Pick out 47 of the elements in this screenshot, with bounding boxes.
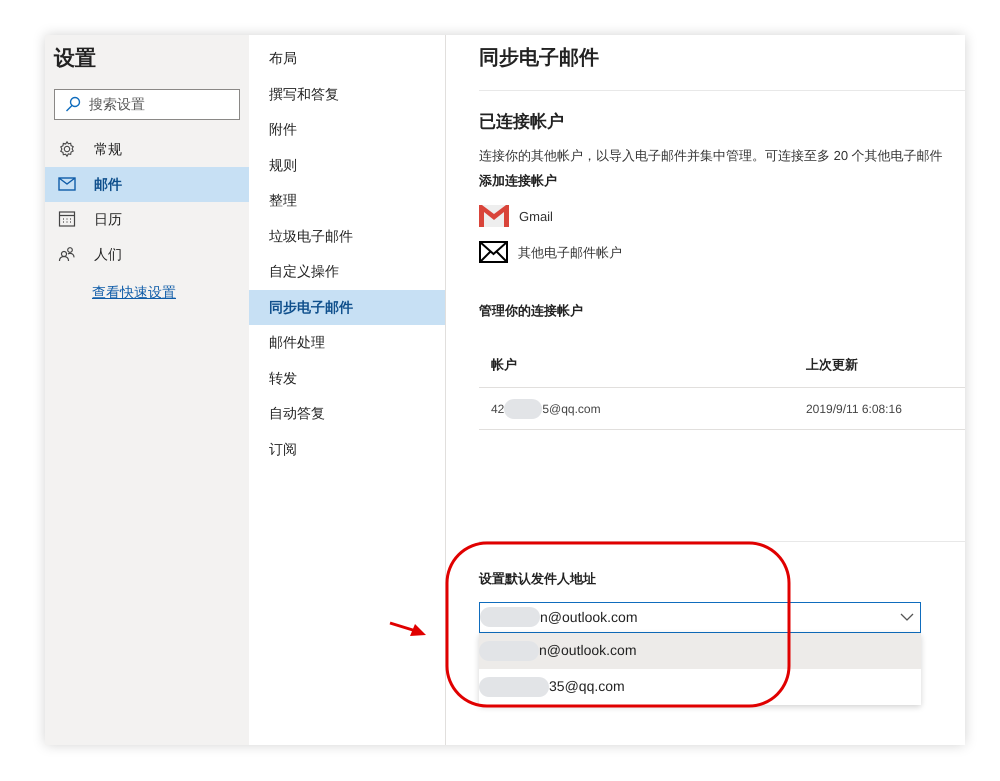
mail-icon [58,177,76,191]
subnav-item[interactable]: 规则 [249,148,445,183]
arrow-annotation [388,620,428,638]
manage-title: 管理你的连接帐户 [479,302,584,320]
search-icon [65,96,81,112]
dropdown-option[interactable]: 35@qq.com [479,668,921,704]
subnav-item[interactable]: 布局 [249,41,445,76]
subnav-item[interactable]: 邮件处理 [249,325,445,360]
envelope-icon [479,240,508,262]
sidebar-item[interactable]: 日历 [45,202,249,236]
subnav-item[interactable]: 转发 [249,360,445,396]
table-cell-text: 5@qq.com [542,400,601,418]
subnav-item[interactable]: 垃圾电子邮件 [249,218,445,254]
dropdown-option[interactable]: n@outlook.com [479,632,921,668]
subnav-item[interactable]: 同步电子邮件 [249,290,445,325]
subnav-item[interactable]: 自定义操作 [249,254,445,290]
gmail-icon [479,204,509,226]
provider-option[interactable]: 其他电子邮件帐户 [479,240,679,262]
subnav-item[interactable]: 自动答复 [249,396,445,432]
page-title: 同步电子邮件 [479,43,965,91]
subnav-item[interactable]: 整理 [249,183,445,218]
column-header: 帐户 [491,356,518,374]
calendar-icon [58,210,76,228]
gear-icon [58,140,76,158]
subnav-item[interactable]: 附件 [249,112,445,148]
section-title: 已连接帐户 [479,111,565,133]
sidebar-item[interactable]: 人们 [45,236,249,272]
table-cell-text: 2019/9/11 6:08:16 [806,400,902,418]
sidebar-item[interactable]: 邮件 [45,166,249,202]
redaction-blur [480,607,540,627]
column-header: 上次更新 [806,356,858,374]
settings-title: 设置 [52,46,97,72]
description-text: 连接你的其他帐户，以导入电子邮件并集中管理。可连接至多 20 个其他电子邮件 [479,146,944,164]
people-icon [58,245,76,263]
add-title: 添加连接帐户 [479,172,558,190]
redaction-blur [504,398,542,418]
sidebar-item[interactable]: 常规 [45,132,249,166]
table-cell-text: 42 [491,400,504,418]
sender-dropdown[interactable]: n@outlook.com [479,602,921,632]
chevron-down-icon [900,613,914,621]
quick-settings-link[interactable]: 查看快速设置 [92,282,249,302]
provider-option[interactable]: Gmail [479,204,679,226]
redaction-blur [479,676,549,696]
sender-title: 设置默认发件人地址 [479,570,597,588]
subnav-item[interactable]: 撰写和答复 [249,76,445,112]
search-field[interactable]: 搜索设置 [54,88,240,120]
subnav-item[interactable]: 订阅 [249,432,445,467]
